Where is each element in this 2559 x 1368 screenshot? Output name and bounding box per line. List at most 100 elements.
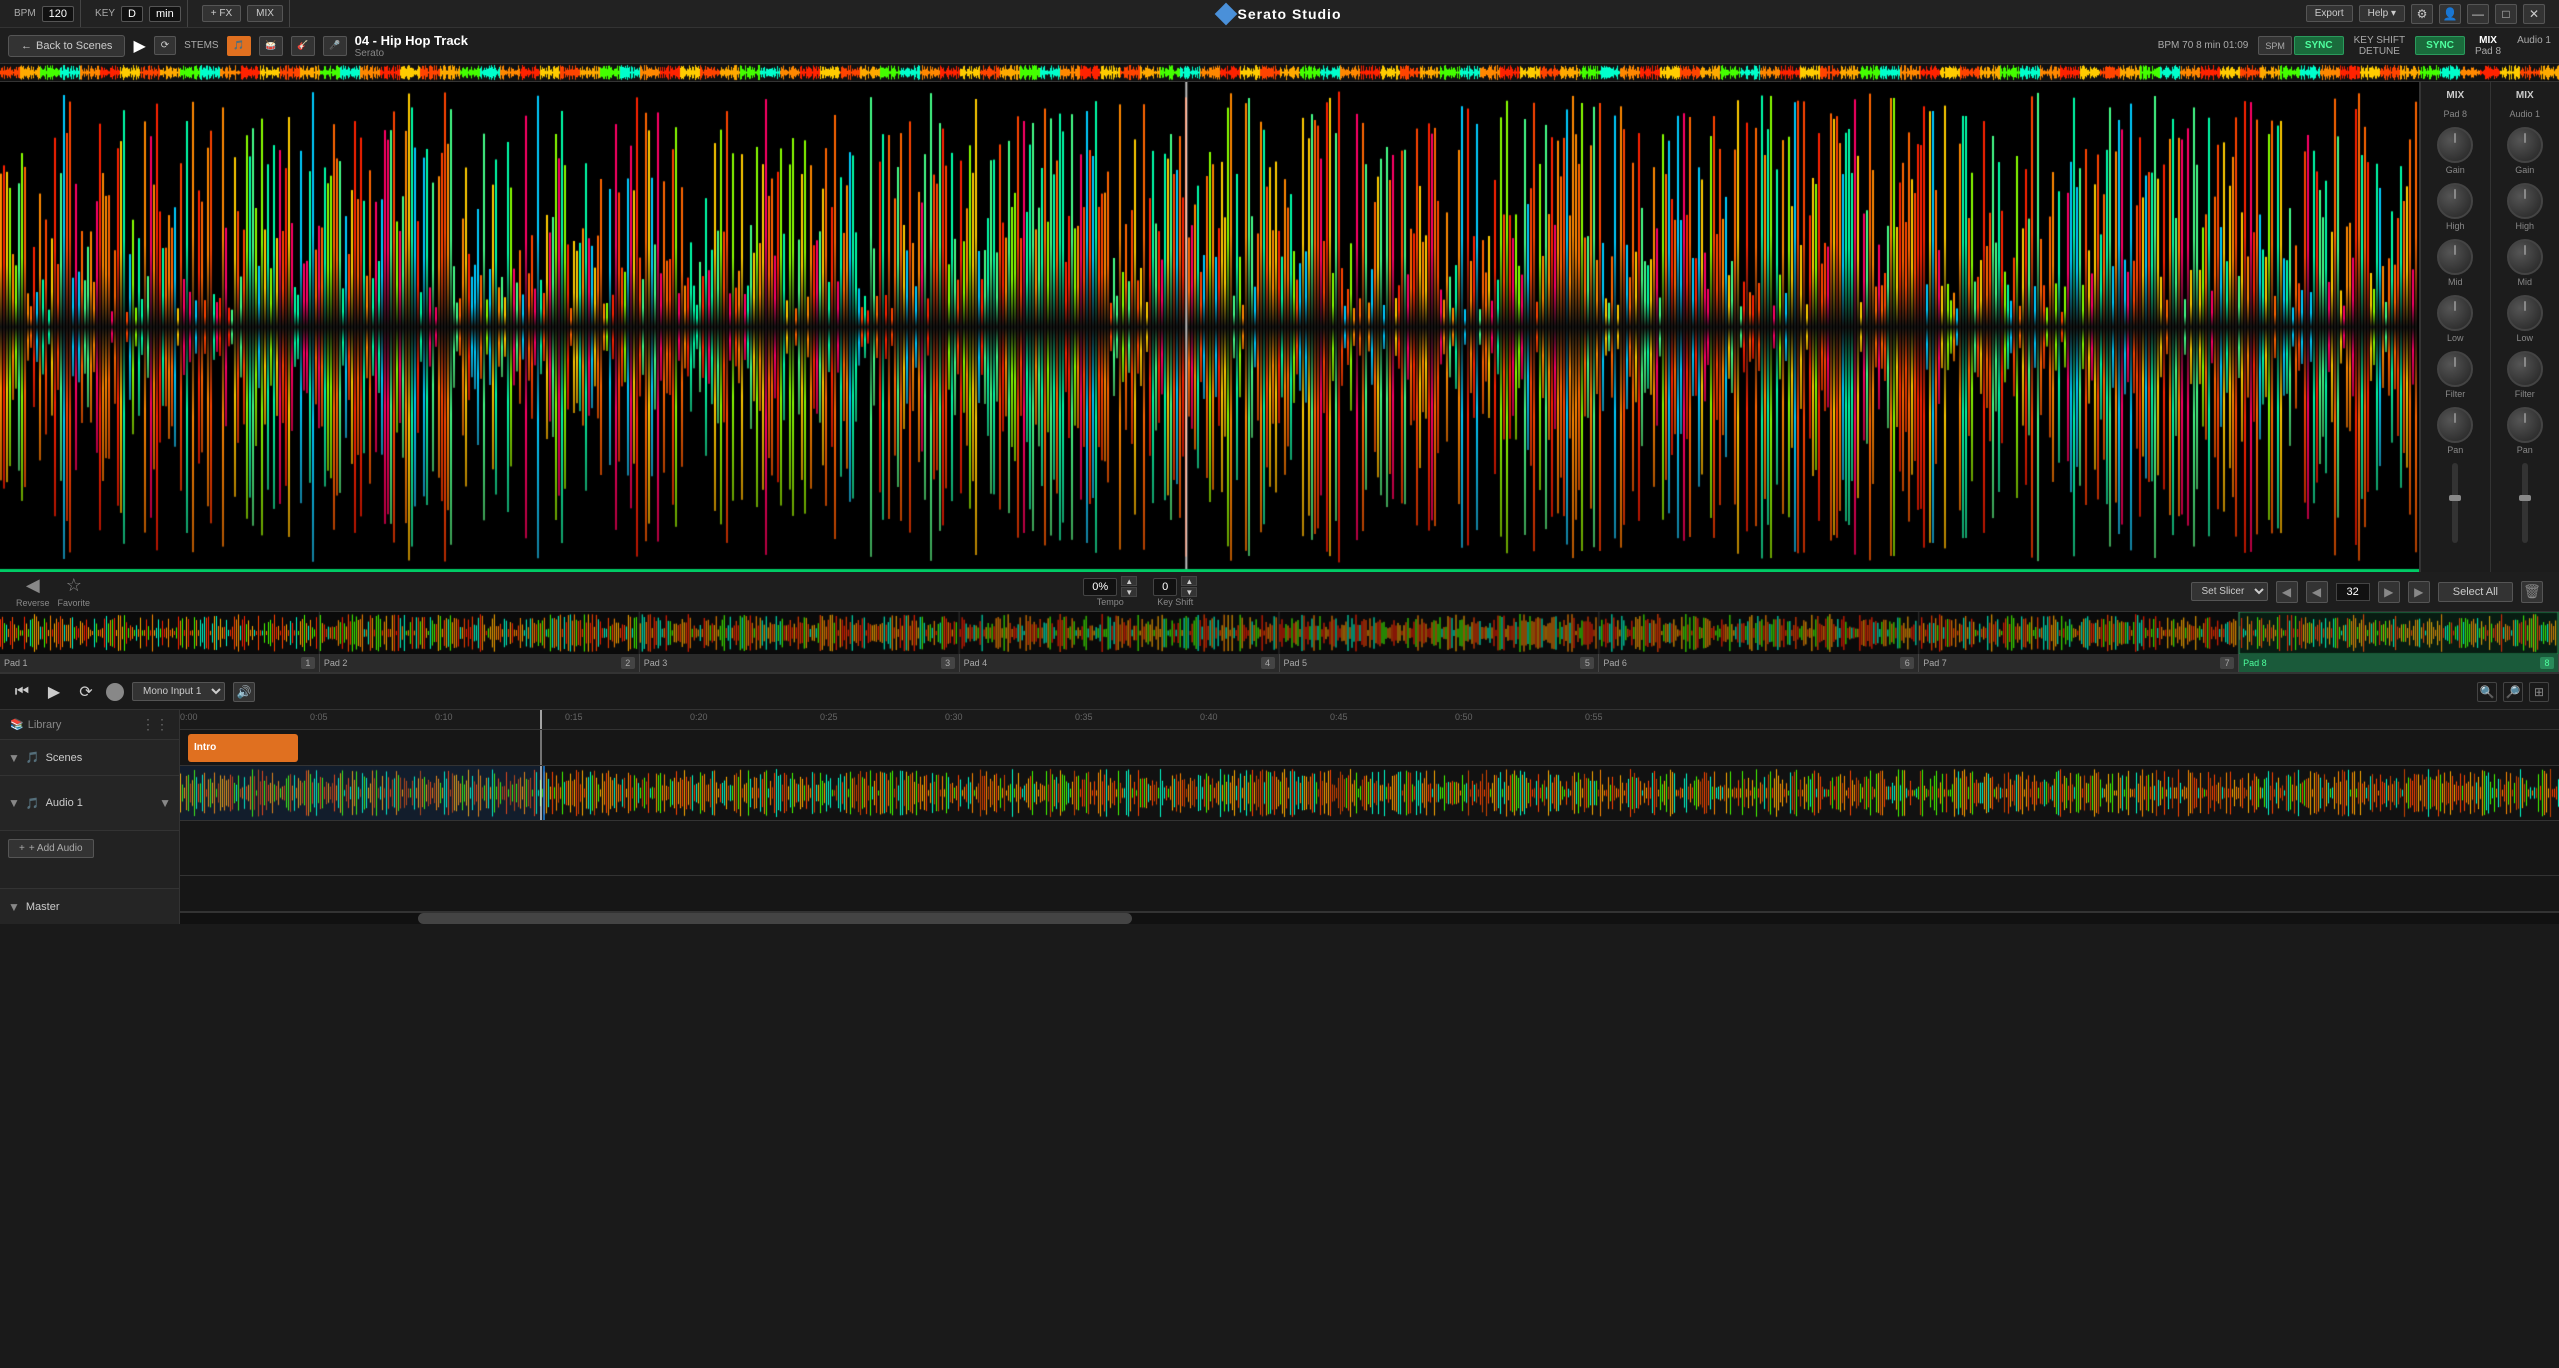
audio-settings-button[interactable]: 🔊 [233, 682, 255, 702]
select-all-button[interactable]: Select All [2438, 582, 2513, 602]
waveform-overview[interactable] [0, 64, 2559, 82]
fit-button[interactable]: ⊞ [2529, 682, 2549, 702]
pad-label-4[interactable]: Pad 4 4 [960, 654, 1280, 672]
pan-knob-group-right: Pan [2507, 407, 2543, 455]
low-knob-right[interactable] [2507, 295, 2543, 331]
pads-labels-row: Pad 1 1 Pad 2 2 Pad 3 3 Pad 4 4 Pad 5 5 … [0, 654, 2559, 672]
fader-right[interactable] [2522, 463, 2528, 543]
zoom-in-button[interactable]: 🔍 [2477, 682, 2497, 702]
fader-left[interactable] [2452, 463, 2458, 543]
account-icon[interactable]: 👤 [2439, 4, 2461, 24]
high-knob-group-right: High [2507, 183, 2543, 231]
close-icon[interactable]: ✕ [2523, 4, 2545, 24]
settings-icon[interactable]: ⚙ [2411, 4, 2433, 24]
scroll-thumb [418, 913, 1132, 924]
mid-knob-right[interactable] [2507, 239, 2543, 275]
pad-label-2[interactable]: Pad 2 2 [320, 654, 640, 672]
back-arrow-icon: ← [21, 40, 32, 52]
zoom-out-button[interactable]: 🔎 [2503, 682, 2523, 702]
minimize-icon[interactable]: — [2467, 4, 2489, 24]
low-knob-left[interactable] [2437, 295, 2473, 331]
library-label: Library [28, 719, 62, 731]
key-shift-value[interactable]: 0 [1153, 578, 1177, 596]
stem-btn-4[interactable]: 🎤 [323, 36, 347, 56]
stem-btn-3[interactable]: 🎸 [291, 36, 315, 56]
track-source: Serato [355, 48, 2150, 59]
pad-label-1[interactable]: Pad 1 1 [0, 654, 320, 672]
master-expand-btn[interactable]: ▼ [8, 900, 20, 914]
mid-knob-group-left: Mid [2437, 239, 2473, 287]
pad-5-num: 5 [1580, 657, 1594, 669]
loop-transport-button[interactable]: ⟳ [74, 680, 98, 704]
filter-knob-group-right: Filter [2507, 351, 2543, 399]
pad-label-7[interactable]: Pad 7 7 [1919, 654, 2239, 672]
pad-label-3[interactable]: Pad 3 3 [640, 654, 960, 672]
controls-bar: ◀ Reverse ☆ Favorite 0% ▲ ▼ Tempo 0 [0, 572, 2559, 612]
audio1-arrow-btn[interactable]: ▼ [159, 796, 171, 810]
pad-8-text: Pad 8 [2243, 658, 2267, 668]
mid-knob-left[interactable] [2437, 239, 2473, 275]
key-down-button[interactable]: ▼ [1181, 587, 1197, 597]
skip-back-button[interactable]: ⏮ [10, 680, 34, 704]
prev-slice-button[interactable]: ◀ [2276, 581, 2298, 603]
spm-btn[interactable]: SPM [2258, 36, 2292, 55]
prev-slice-button-2[interactable]: ◀ [2306, 581, 2328, 603]
intro-block[interactable]: Intro [188, 734, 298, 762]
tempo-value[interactable]: 0% [1083, 578, 1117, 596]
input-select[interactable]: Mono Input 1 [132, 682, 225, 701]
add-fx-button[interactable]: + FX [202, 5, 241, 22]
pad-label-5[interactable]: Pad 5 5 [1280, 654, 1600, 672]
tempo-down-button[interactable]: ▼ [1121, 587, 1137, 597]
next-slice-button-2[interactable]: ▶ [2408, 581, 2430, 603]
next-slice-button[interactable]: ▶ [2378, 581, 2400, 603]
reverse-button[interactable]: ◀ [26, 575, 40, 596]
help-button[interactable]: Help ▾ [2359, 5, 2405, 22]
filter-knob-left[interactable] [2437, 351, 2473, 387]
pan-label-right: Pan [2517, 445, 2533, 455]
stem-btn-2[interactable]: 🥁 [259, 36, 283, 56]
loop-button[interactable]: ⟳ [154, 36, 176, 55]
gain-knob-right[interactable] [2507, 127, 2543, 163]
timeline-scrollbar[interactable] [180, 912, 2559, 924]
pads-waveform-canvas[interactable] [0, 612, 2559, 654]
key-mode-value[interactable]: min [149, 6, 181, 22]
delete-button[interactable]: 🗑 [2521, 581, 2543, 603]
pad-6-text: Pad 6 [1603, 658, 1627, 668]
gain-knob-left[interactable] [2437, 127, 2473, 163]
maximize-icon[interactable]: □ [2495, 4, 2517, 24]
tempo-up-button[interactable]: ▲ [1121, 576, 1137, 586]
main-waveform-canvas[interactable] [0, 82, 2419, 572]
scenes-expand-btn[interactable]: ▼ [8, 751, 20, 765]
pad-label-8[interactable]: Pad 8 8 [2239, 654, 2559, 672]
key-value[interactable]: D [121, 6, 143, 22]
filter-knob-right[interactable] [2507, 351, 2543, 387]
overview-waveform-canvas [0, 64, 2559, 81]
sync-btn-2[interactable]: SYNC [2415, 36, 2465, 55]
pan-knob-right[interactable] [2507, 407, 2543, 443]
audio1-selection [180, 766, 545, 820]
audio1-expand-btn[interactable]: ▼ [8, 796, 20, 810]
play-button[interactable]: ▶ [133, 36, 145, 56]
master-header: ▼ Master [0, 888, 179, 924]
key-up-button[interactable]: ▲ [1181, 576, 1197, 586]
back-to-scenes-button[interactable]: ← Back to Scenes [8, 35, 125, 57]
mix-button[interactable]: MIX [247, 5, 283, 22]
ruler-mark-9: 0:45 [1330, 712, 1348, 722]
high-label-right: High [2515, 221, 2534, 231]
slicer-select[interactable]: Set Slicer [2191, 582, 2268, 601]
play-pause-button[interactable]: ▶ [42, 680, 66, 704]
filter-label-right: Filter [2515, 389, 2535, 399]
sync-btn-1[interactable]: SYNC [2294, 36, 2344, 55]
high-knob-right[interactable] [2507, 183, 2543, 219]
favorite-button[interactable]: ☆ [66, 575, 82, 596]
add-audio-button[interactable]: + + Add Audio [8, 839, 94, 858]
transport-bar: ⏮ ▶ ⟳ Mono Input 1 🔊 🔍 🔎 ⊞ [0, 674, 2559, 710]
mix-panel-audio-label: Audio 1 [2509, 109, 2540, 119]
bpm-value[interactable]: 120 [42, 6, 74, 22]
record-button[interactable] [106, 683, 124, 701]
high-knob-left[interactable] [2437, 183, 2473, 219]
export-button[interactable]: Export [2306, 5, 2353, 22]
pad-label-6[interactable]: Pad 6 6 [1599, 654, 1919, 672]
pan-knob-left[interactable] [2437, 407, 2473, 443]
stem-btn-1[interactable]: 🎵 [227, 36, 251, 56]
